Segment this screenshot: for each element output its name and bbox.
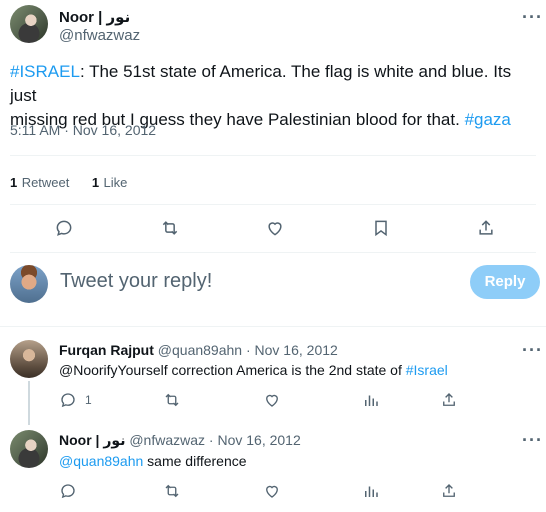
more-icon[interactable]: ··· <box>522 8 543 26</box>
reply-author-name[interactable]: Noor | نور <box>59 432 125 448</box>
reply-author-avatar[interactable] <box>10 340 48 378</box>
divider <box>0 326 546 327</box>
reply-header: Furqan Rajput @quan89ahn · Nov 16, 2012 <box>59 342 338 358</box>
reply-button[interactable]: Reply <box>470 265 540 299</box>
reply-date[interactable]: · Nov 16, 2012 <box>246 342 338 358</box>
views-icon[interactable] <box>362 391 380 409</box>
hashtag-israel-link[interactable]: #ISRAEL <box>10 62 80 81</box>
reply-header: Noor | نور @nfwazwaz · Nov 16, 2012 <box>59 432 301 449</box>
reply-date[interactable]: · Nov 16, 2012 <box>209 432 301 448</box>
reply-author-avatar[interactable] <box>10 430 48 468</box>
reply-author-handle[interactable]: @quan89ahn <box>158 342 242 358</box>
hashtag-israel-link[interactable]: #Israel <box>406 362 448 378</box>
divider <box>10 155 536 156</box>
divider <box>10 204 536 205</box>
thread-line <box>28 381 30 425</box>
current-user-avatar <box>10 265 48 303</box>
hashtag-gaza-link[interactable]: #gaza <box>465 110 511 129</box>
divider <box>10 252 536 253</box>
retweets-stat[interactable]: 1 Retweet <box>10 174 69 191</box>
author-avatar[interactable] <box>10 5 48 43</box>
views-icon[interactable] <box>362 482 380 500</box>
mention-link[interactable]: @quan89ahn <box>59 453 143 469</box>
like-icon[interactable] <box>265 218 285 238</box>
retweet-icon[interactable] <box>160 218 180 238</box>
tweet-timestamp[interactable]: 5:11 AM · Nov 16, 2012 <box>10 122 156 138</box>
reply-icon[interactable]: 1 <box>59 391 92 409</box>
reply-icon[interactable] <box>59 482 77 500</box>
reply-count: 1 <box>85 393 92 407</box>
share-icon[interactable] <box>440 482 458 500</box>
retweet-icon[interactable] <box>163 482 181 500</box>
share-icon[interactable] <box>476 218 496 238</box>
like-icon[interactable] <box>263 391 281 409</box>
author-name[interactable]: Noor | نور <box>59 8 130 26</box>
reply-text: @quan89ahn same difference <box>59 453 247 469</box>
more-icon[interactable]: ··· <box>522 431 543 449</box>
share-icon[interactable] <box>440 391 458 409</box>
reply-author-name[interactable]: Furqan Rajput <box>59 342 154 358</box>
reply-author-handle[interactable]: @nfwazwaz <box>129 432 205 448</box>
like-icon[interactable] <box>263 482 281 500</box>
tweet-text-line-1: #ISRAEL: The 51st state of America. The … <box>10 62 512 105</box>
bookmark-icon[interactable] <box>371 218 391 238</box>
tweet-stats: 1 Retweet 1 Like <box>10 174 127 192</box>
reply-icon[interactable] <box>54 218 74 238</box>
reply-input[interactable]: Tweet your reply! <box>60 270 440 293</box>
reply-text: @NoorifyYourself correction America is t… <box>59 362 448 378</box>
author-handle[interactable]: @nfwazwaz <box>59 27 140 44</box>
retweet-icon[interactable] <box>163 391 181 409</box>
more-icon[interactable]: ··· <box>522 341 543 359</box>
likes-stat[interactable]: 1 Like <box>92 174 128 191</box>
